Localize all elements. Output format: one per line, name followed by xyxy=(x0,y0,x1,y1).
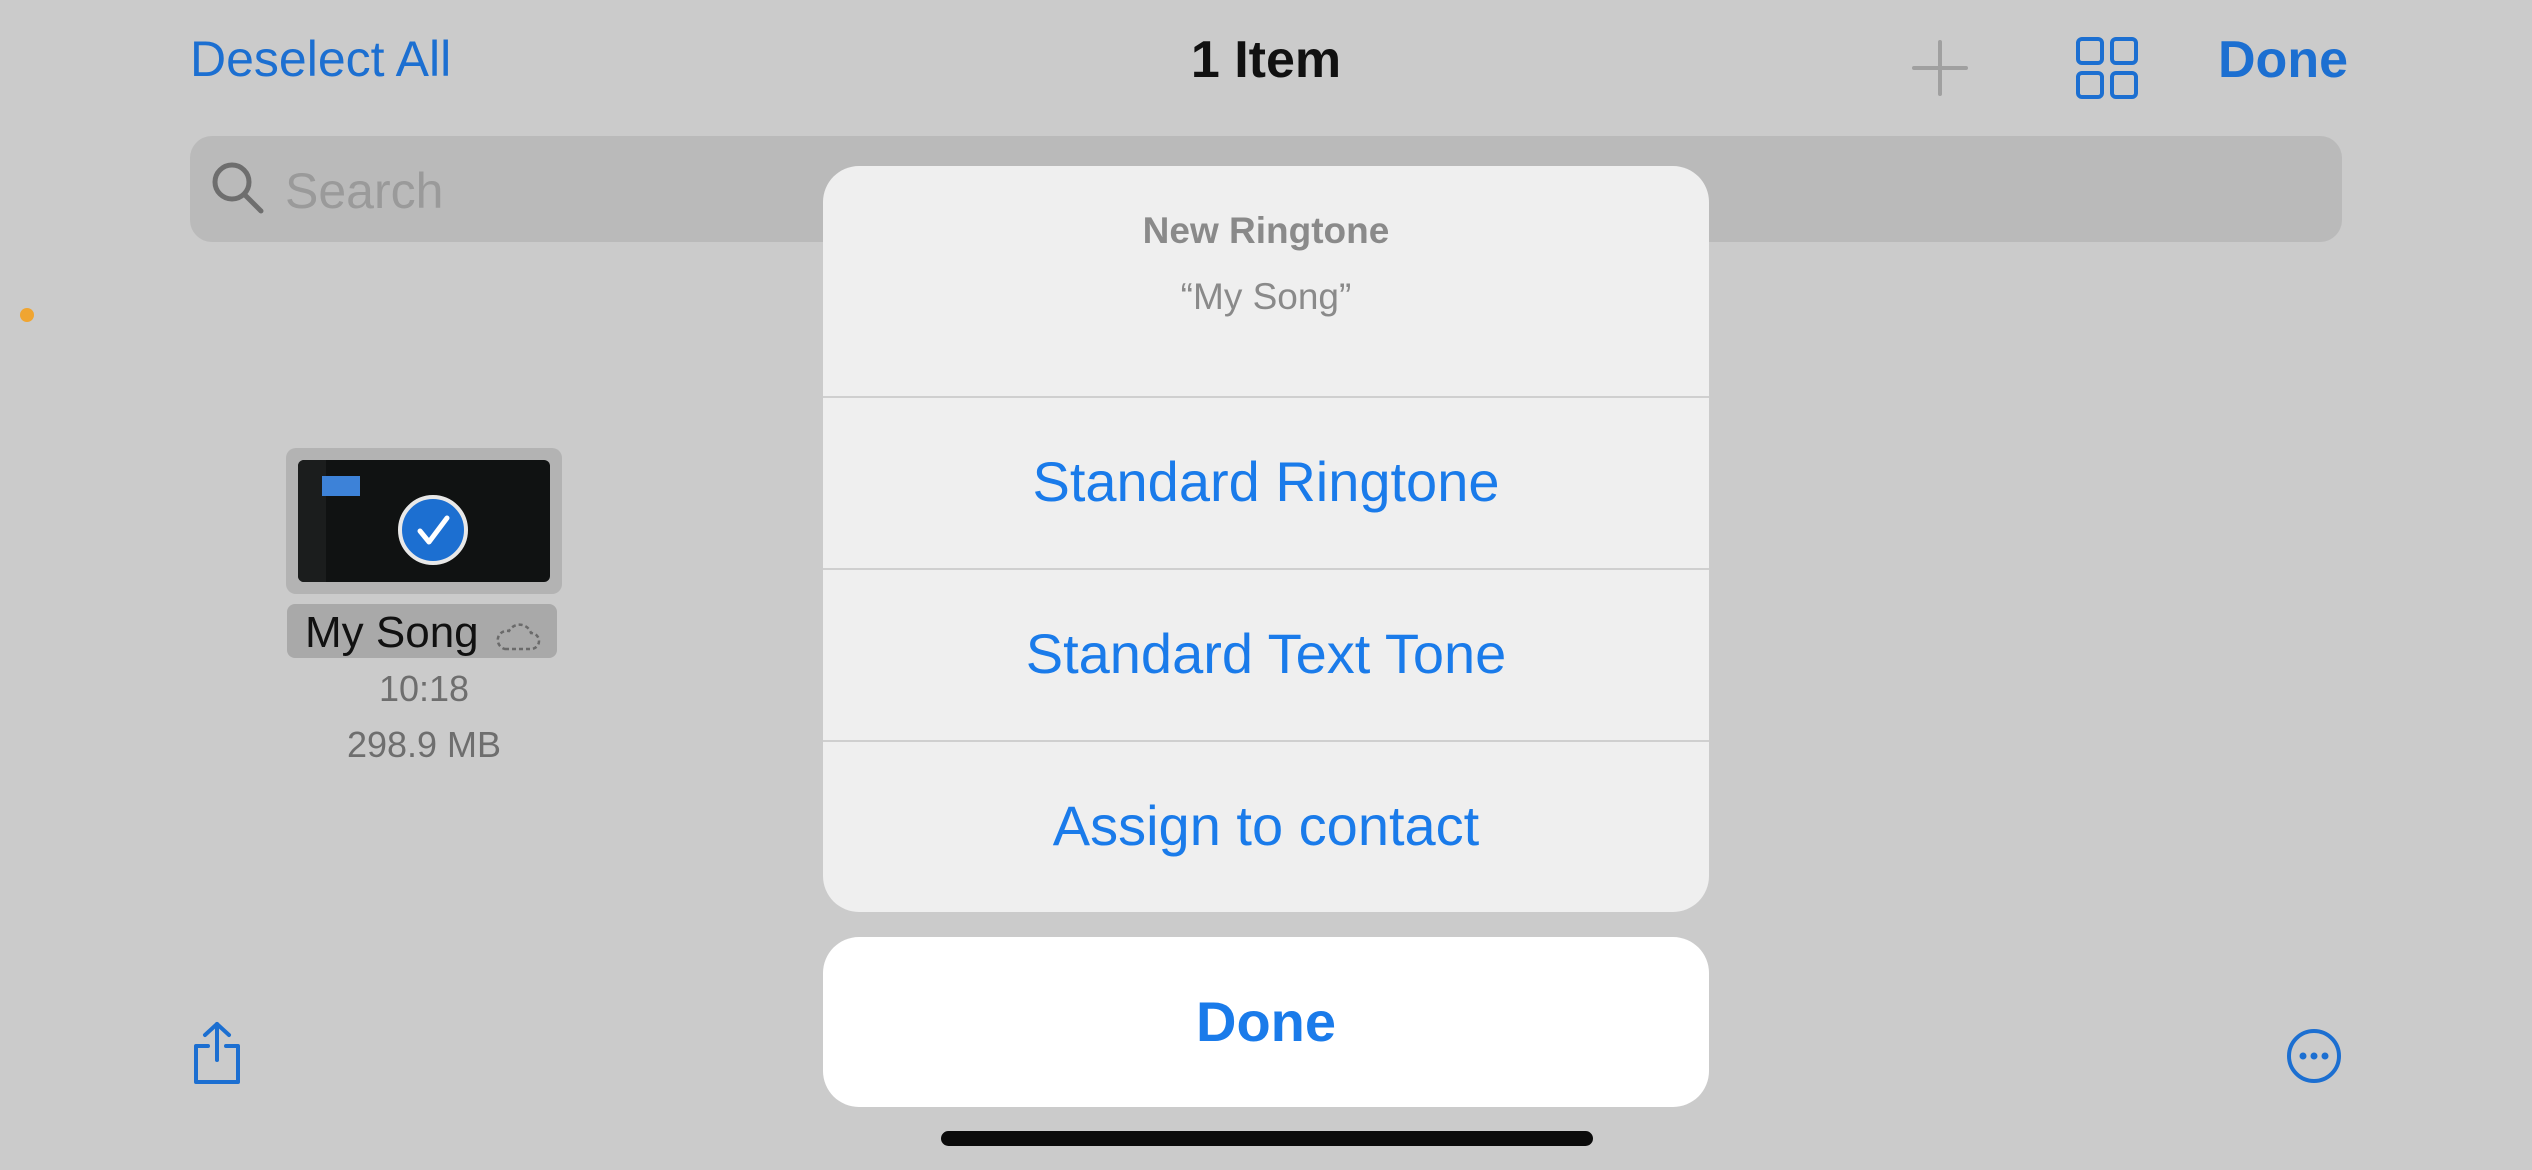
file-time: 10:18 xyxy=(378,668,470,709)
search-input[interactable]: Search xyxy=(285,162,443,220)
status-dot xyxy=(20,308,34,322)
more-icon[interactable] xyxy=(2286,1028,2342,1084)
file-size: 298.9 MB xyxy=(346,724,502,765)
assign-to-contact-button[interactable]: Assign to contact xyxy=(823,740,1709,912)
sheet-done-button[interactable]: Done xyxy=(823,937,1709,1107)
done-button[interactable]: Done xyxy=(2218,30,2348,90)
action-sheet: New Ringtone “My Song” Standard Ringtone… xyxy=(823,166,1709,912)
search-icon xyxy=(210,160,266,216)
checkmark-icon xyxy=(398,495,468,565)
share-icon[interactable] xyxy=(190,1020,244,1086)
plus-icon[interactable] xyxy=(1910,38,1970,98)
file-thumbnail[interactable] xyxy=(286,448,562,594)
home-indicator[interactable] xyxy=(941,1131,1593,1146)
thumbnail-image xyxy=(298,460,550,582)
standard-ringtone-button[interactable]: Standard Ringtone xyxy=(823,396,1709,568)
grid-icon[interactable] xyxy=(2075,36,2139,100)
sheet-title: New Ringtone xyxy=(1142,210,1390,251)
sheet-subtitle: “My Song” xyxy=(1180,276,1352,317)
file-name-label[interactable]: My Song xyxy=(287,604,557,658)
cloud-icon xyxy=(495,622,541,652)
standard-text-tone-button[interactable]: Standard Text Tone xyxy=(823,568,1709,740)
file-name: My Song xyxy=(305,608,479,657)
page-title: 1 Item xyxy=(1190,31,1342,89)
